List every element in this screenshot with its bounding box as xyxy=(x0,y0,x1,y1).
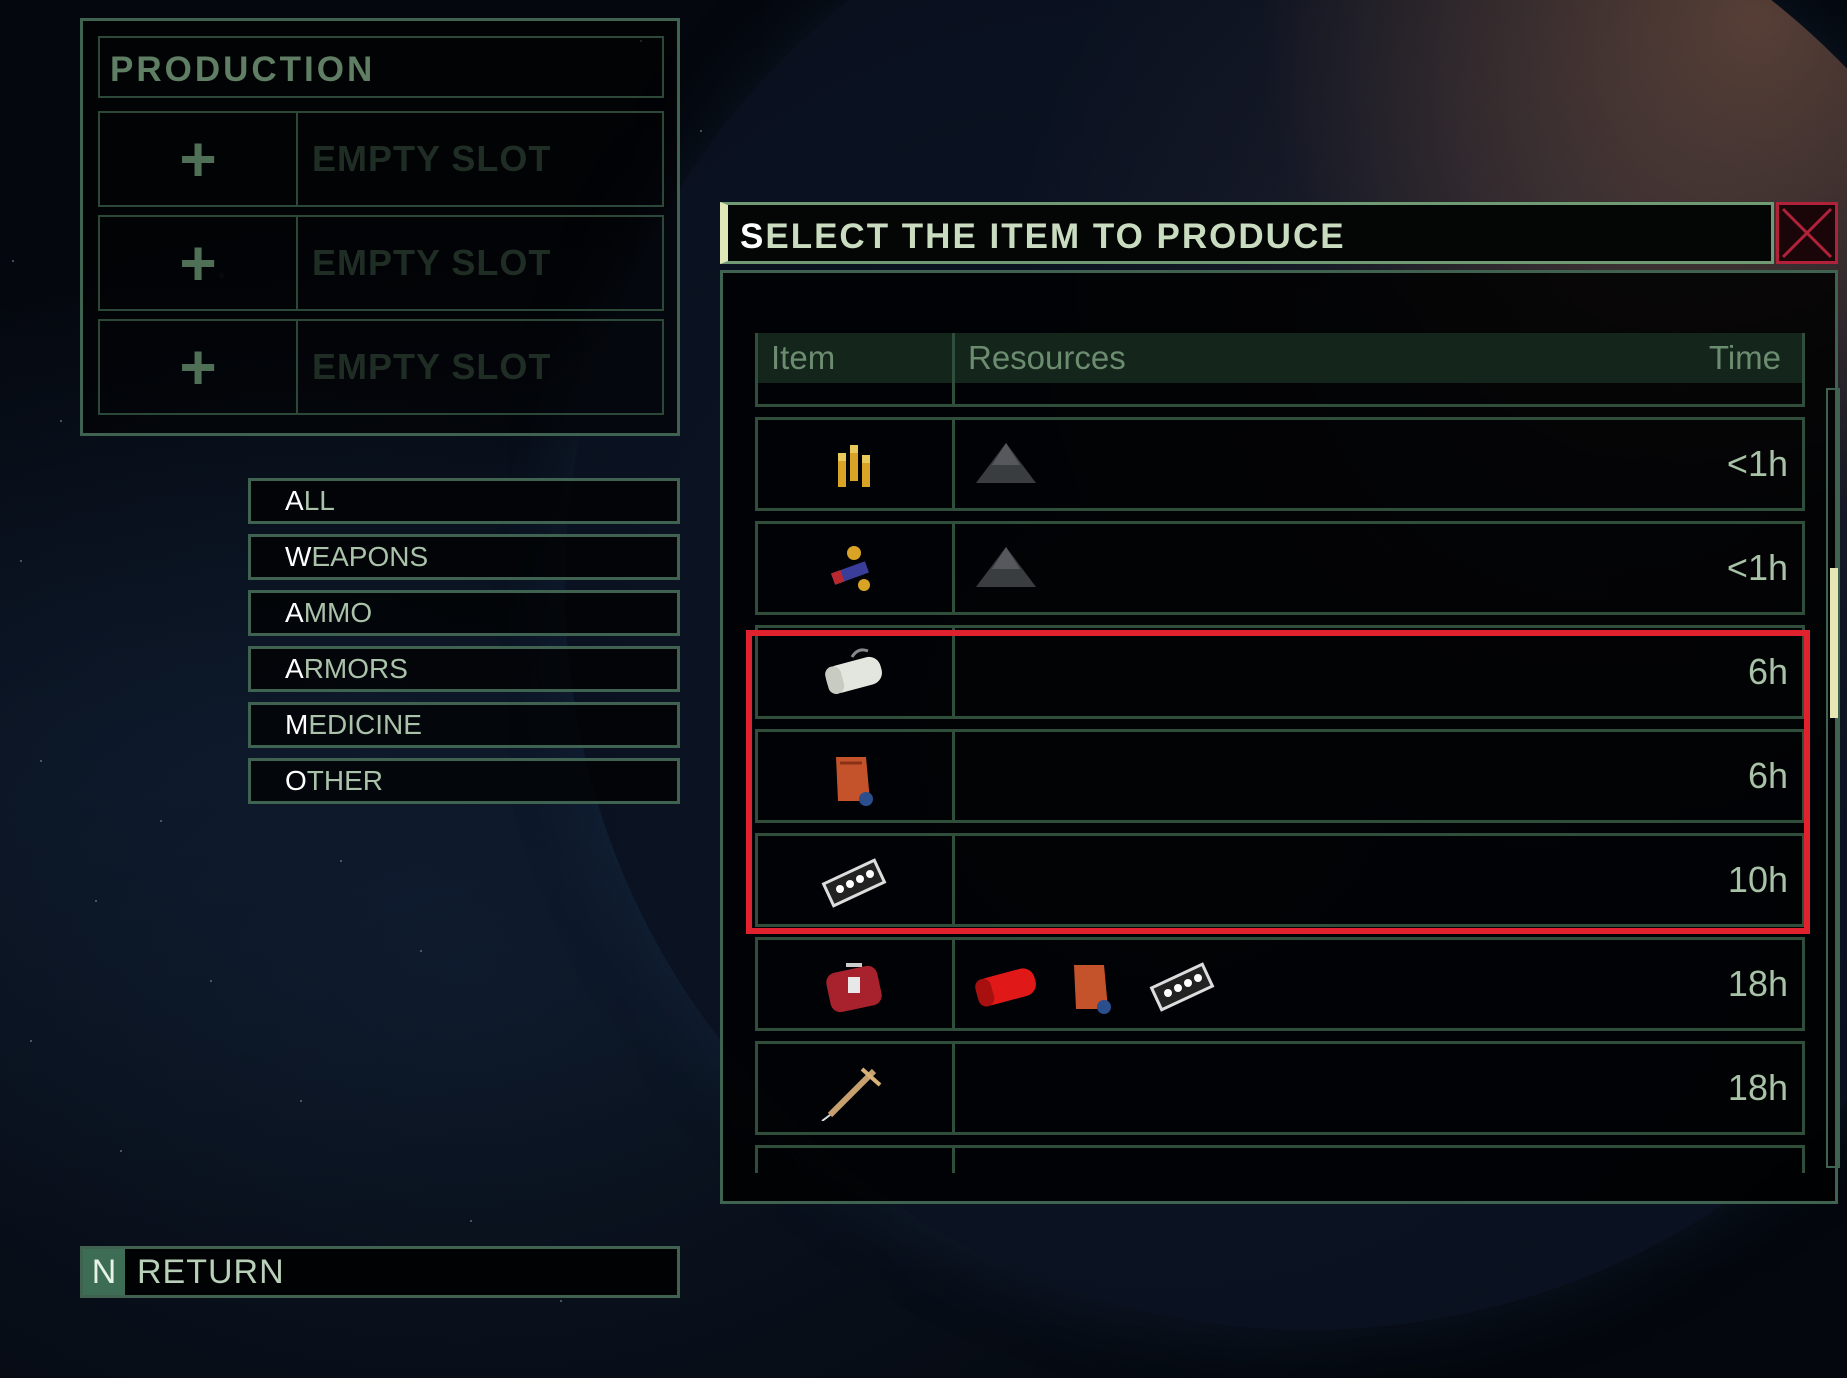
hotkey-badge: N xyxy=(83,1249,125,1295)
category-initial: A xyxy=(285,653,304,684)
category-initial: M xyxy=(285,709,309,740)
slot-label: EMPTY SLOT xyxy=(312,346,552,387)
plus-icon[interactable]: + xyxy=(100,321,298,413)
table-row[interactable]: <1h xyxy=(755,417,1805,511)
category-label: RMORS xyxy=(303,653,408,684)
category-label: EDICINE xyxy=(308,709,422,740)
slot-label: EMPTY SLOT xyxy=(312,242,552,283)
scrollbar-thumb[interactable] xyxy=(1830,568,1838,718)
close-button[interactable] xyxy=(1776,202,1838,264)
table-row[interactable]: <1h xyxy=(755,521,1805,615)
production-title: PRODUCTION xyxy=(98,36,664,98)
category-initial: W xyxy=(285,541,312,572)
syringe-icon xyxy=(821,1067,882,1121)
shells-icon xyxy=(831,546,870,591)
title-text: ELECT THE ITEM TO PRODUCE xyxy=(765,217,1346,256)
production-slot-2[interactable]: + EMPTY SLOT xyxy=(98,215,664,311)
row-time: <1h xyxy=(1726,547,1788,588)
category-initial: A xyxy=(285,597,304,628)
production-slot-1[interactable]: + EMPTY SLOT xyxy=(98,111,664,207)
category-initial: A xyxy=(285,485,304,516)
table-row[interactable] xyxy=(755,1145,1805,1173)
row-time: 18h xyxy=(1727,1067,1788,1108)
category-initial: O xyxy=(285,765,307,796)
close-icon xyxy=(1781,207,1833,259)
plus-icon[interactable]: + xyxy=(100,113,298,205)
bullets-icon xyxy=(838,445,870,487)
tourniquet-icon xyxy=(1074,965,1111,1014)
category-all[interactable]: A LL xyxy=(248,478,680,524)
title-initial: S xyxy=(740,217,766,256)
table-row[interactable]: 18h xyxy=(755,1041,1805,1135)
category-label: MMO xyxy=(303,597,373,628)
slot-label: EMPTY SLOT xyxy=(312,138,552,179)
gunpowder-icon xyxy=(976,547,1036,587)
category-medicine[interactable]: M EDICINE xyxy=(248,702,680,748)
pills-icon xyxy=(1149,962,1215,1012)
category-label: EAPONS xyxy=(311,541,429,572)
return-label: RETURN xyxy=(137,1252,285,1291)
plus-icon[interactable]: + xyxy=(100,217,298,309)
selection-highlight xyxy=(746,630,1810,934)
production-panel: PRODUCTION + EMPTY SLOT + EMPTY SLOT + E… xyxy=(80,18,680,436)
table-row[interactable] xyxy=(755,333,1805,407)
scrollbar[interactable] xyxy=(1826,388,1840,1168)
dialog-title: SELECT THE ITEM TO PRODUCE xyxy=(720,202,1774,264)
row-time: <1h xyxy=(1726,443,1788,484)
category-armors[interactable]: A RMORS xyxy=(248,646,680,692)
medkit-icon xyxy=(826,963,882,1013)
gunpowder-icon xyxy=(976,443,1036,483)
production-slot-3[interactable]: + EMPTY SLOT xyxy=(98,319,664,415)
red-bandage-icon xyxy=(975,968,1036,1007)
category-weapons[interactable]: W EAPONS xyxy=(248,534,680,580)
category-label: LL xyxy=(303,485,335,516)
category-other[interactable]: O THER xyxy=(248,758,680,804)
row-time: 18h xyxy=(1727,963,1788,1004)
category-label: THER xyxy=(306,765,384,796)
category-ammo[interactable]: A MMO xyxy=(248,590,680,636)
return-button[interactable]: N RETURN xyxy=(80,1246,680,1298)
table-row[interactable]: 18h xyxy=(755,937,1805,1031)
